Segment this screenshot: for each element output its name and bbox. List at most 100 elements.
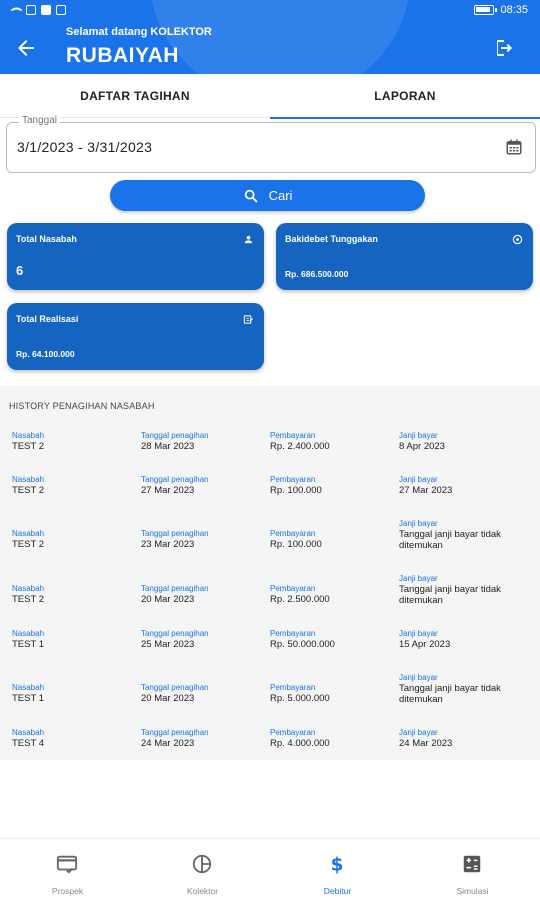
tanggal-key: Tanggal penagihan: [141, 584, 209, 593]
janji-cell: Janji bayar Tanggal janji bayar tidak dit…: [399, 574, 524, 606]
janji-value: 24 Mar 2023: [399, 738, 453, 749]
pembayaran-key: Pembayaran: [270, 475, 316, 484]
janji-cell: Janji bayar Tanggal janji bayar tidak dit…: [399, 673, 524, 705]
card-check-icon: [56, 855, 78, 874]
nasabah-key: Nasabah: [12, 475, 45, 484]
nav-simulasi[interactable]: Simulasi: [405, 839, 540, 900]
tab-daftar-tagihan[interactable]: DAFTAR TAGIHAN: [0, 74, 270, 118]
tanggal-key: Tanggal penagihan: [141, 728, 209, 737]
nav-kolektor[interactable]: Kolektor: [135, 839, 270, 900]
tanggal-cell: Tanggal penagihan 24 Mar 2023: [141, 728, 266, 749]
history-row[interactable]: Nasabah TEST 1 Tanggal penagihan 25 Mar 20…: [0, 629, 540, 679]
janji-cell: Janji bayar Tanggal janji bayar tidak dit…: [399, 519, 524, 551]
nav-label: Debitur: [323, 886, 352, 896]
nasabah-value: TEST 2: [12, 485, 45, 496]
dollar-icon: $: [331, 854, 344, 875]
logout-button[interactable]: [492, 36, 516, 60]
tanggal-value: 27 Mar 2023: [141, 485, 195, 496]
history-section: HISTORY PENAGIHAN NASABAH Nasabah TEST 2 …: [0, 386, 540, 760]
notification-icon: [41, 5, 51, 15]
pembayaran-value: Rp. 2.400.000: [270, 441, 330, 452]
nav-label: Prospek: [51, 886, 84, 896]
janji-key: Janji bayar: [399, 475, 438, 484]
nasabah-value: TEST 1: [12, 639, 45, 650]
tanggal-key: Tanggal penagihan: [141, 629, 209, 638]
nasabah-cell: Nasabah TEST 1: [12, 683, 137, 704]
tanggal-cell: Tanggal penagihan 20 Mar 2023: [141, 584, 266, 605]
nasabah-key: Nasabah: [12, 431, 45, 440]
pembayaran-cell: Pembayaran Rp. 100.000: [270, 475, 395, 496]
nasabah-cell: Nasabah TEST 2: [12, 584, 137, 605]
date-field-label: Tanggal: [19, 115, 61, 126]
total-realisasi-card: Total Realisasi Rp. 64.100.000: [7, 303, 264, 370]
logout-icon: [497, 40, 512, 56]
tanggal-key: Tanggal penagihan: [141, 529, 209, 538]
tanggal-value: 24 Mar 2023: [141, 738, 195, 749]
pembayaran-cell: Pembayaran Rp. 5.000.000: [270, 683, 395, 704]
janji-value: 8 Apr 2023: [399, 441, 445, 452]
card-title: Total Realisasi: [16, 314, 79, 324]
janji-key: Janji bayar: [399, 728, 438, 737]
pembayaran-cell: Pembayaran Rp. 2.500.000: [270, 584, 395, 605]
tanggal-cell: Tanggal penagihan 20 Mar 2023: [141, 683, 266, 704]
bottom-navigation: Prospek Kolektor $ Debitur Simulasi: [0, 838, 540, 900]
search-icon: [244, 189, 257, 202]
card-title: Total Nasabah: [16, 234, 77, 244]
janji-value: 15 Apr 2023: [399, 639, 451, 650]
pembayaran-value: Rp. 100.000: [270, 539, 322, 550]
date-range-field[interactable]: Tanggal 3/1/2023 - 3/31/2023: [6, 115, 536, 173]
nav-debitur[interactable]: $ Debitur: [270, 839, 405, 900]
back-button[interactable]: [14, 36, 38, 60]
pembayaran-key: Pembayaran: [270, 529, 316, 538]
janji-value: Tanggal janji bayar tidak ditemukan: [399, 683, 501, 705]
nasabah-value: TEST 1: [12, 693, 45, 704]
tanggal-key: Tanggal penagihan: [141, 431, 209, 440]
janji-key: Janji bayar: [399, 629, 438, 638]
nasabah-cell: Nasabah TEST 2: [12, 529, 137, 550]
search-button[interactable]: Cari: [110, 180, 425, 211]
nasabah-cell: Nasabah TEST 2: [12, 475, 137, 496]
nasabah-cell: Nasabah TEST 1: [12, 629, 137, 650]
tanggal-cell: Tanggal penagihan 28 Mar 2023: [141, 431, 266, 452]
nav-label: Simulasi: [456, 886, 489, 896]
card-value: Rp. 686.500.000: [285, 269, 349, 279]
nasabah-value: TEST 4: [12, 738, 45, 749]
app-header: 08:35 Selamat datang KOLEKTOR RUBAIYAH: [0, 0, 540, 74]
nasabah-cell: Nasabah TEST 2: [12, 431, 137, 452]
nasabah-value: TEST 2: [12, 594, 45, 605]
tanggal-value: 25 Mar 2023: [141, 639, 195, 650]
notification-icon: [56, 5, 66, 15]
wifi-icon: [10, 3, 23, 17]
pie-chart-icon: [192, 854, 212, 874]
edit-icon: [243, 315, 254, 324]
janji-value: Tanggal janji bayar tidak ditemukan: [399, 584, 501, 606]
history-row[interactable]: Nasabah TEST 2 Tanggal penagihan 20 Mar 20…: [0, 574, 540, 624]
tanggal-key: Tanggal penagihan: [141, 475, 209, 484]
pembayaran-cell: Pembayaran Rp. 50.000.000: [270, 629, 395, 650]
nav-label: Kolektor: [186, 886, 219, 896]
pembayaran-key: Pembayaran: [270, 584, 316, 593]
history-row[interactable]: Nasabah TEST 2 Tanggal penagihan 27 Mar 20…: [0, 475, 540, 525]
info-icon: [512, 234, 523, 245]
history-row[interactable]: Nasabah TEST 2 Tanggal penagihan 28 Mar 20…: [0, 431, 540, 481]
janji-cell: Janji bayar 15 Apr 2023: [399, 629, 524, 650]
nav-prospek[interactable]: Prospek: [0, 839, 135, 900]
calendar-icon[interactable]: [505, 138, 523, 156]
janji-cell: Janji bayar 8 Apr 2023: [399, 431, 524, 452]
tanggal-value: 23 Mar 2023: [141, 539, 195, 550]
pembayaran-key: Pembayaran: [270, 629, 316, 638]
history-row[interactable]: Nasabah TEST 2 Tanggal penagihan 23 Mar 20…: [0, 519, 540, 569]
janji-key: Janji bayar: [399, 431, 438, 440]
pembayaran-cell: Pembayaran Rp. 100.000: [270, 529, 395, 550]
tanggal-cell: Tanggal penagihan 25 Mar 2023: [141, 629, 266, 650]
nasabah-cell: Nasabah TEST 4: [12, 728, 137, 749]
pembayaran-value: Rp. 2.500.000: [270, 594, 330, 605]
pembayaran-key: Pembayaran: [270, 431, 316, 440]
history-row[interactable]: Nasabah TEST 1 Tanggal penagihan 20 Mar 20…: [0, 673, 540, 723]
search-button-label: Cari: [268, 188, 293, 203]
janji-cell: Janji bayar 27 Mar 2023: [399, 475, 524, 496]
history-row[interactable]: Nasabah TEST 4 Tanggal penagihan 24 Mar 20…: [0, 728, 540, 778]
tab-laporan[interactable]: LAPORAN: [270, 74, 540, 119]
pembayaran-value: Rp. 4.000.000: [270, 738, 330, 749]
nasabah-value: TEST 2: [12, 441, 45, 452]
